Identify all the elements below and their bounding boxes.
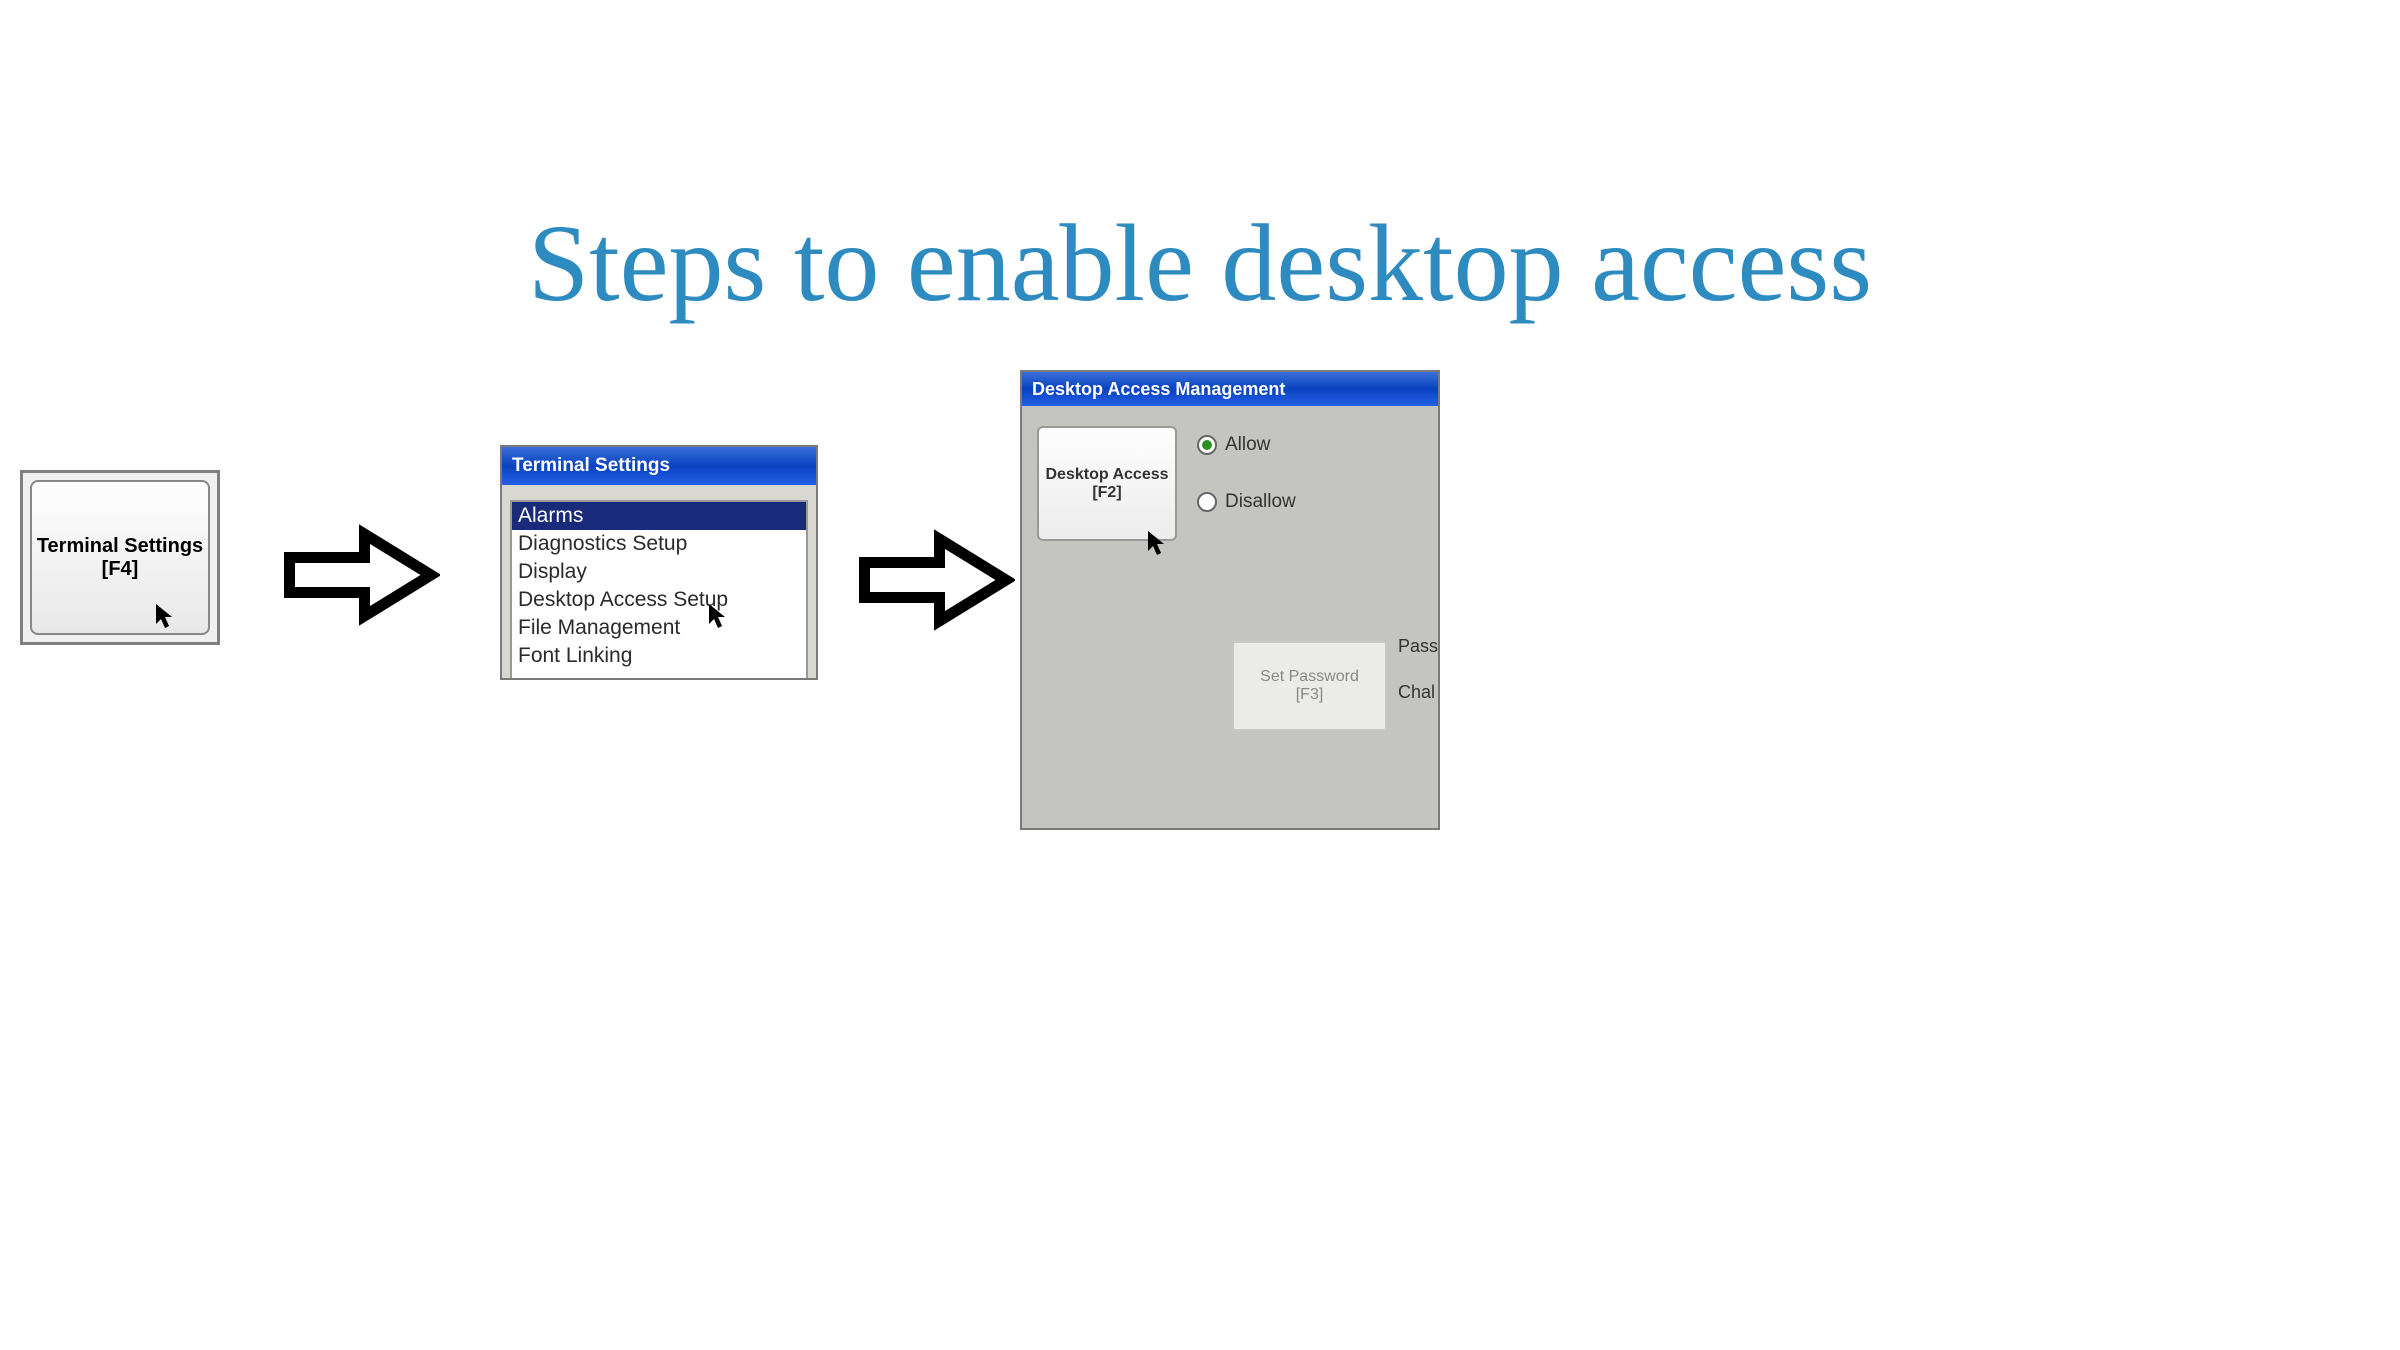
cursor-icon xyxy=(154,602,178,638)
cursor-icon xyxy=(1146,529,1170,564)
radio-icon xyxy=(1197,435,1217,455)
step2-list[interactable]: Alarms Diagnostics Setup Display Desktop… xyxy=(510,500,808,680)
side-label-chal: Chal xyxy=(1398,682,1438,703)
step3-titlebar: Desktop Access Management xyxy=(1022,372,1438,406)
set-password-label: Set Password xyxy=(1260,668,1359,686)
step2-window: Terminal Settings Alarms Diagnostics Set… xyxy=(500,445,818,680)
radio-group: Allow Disallow xyxy=(1197,426,1296,808)
page-title: Steps to enable desktop access xyxy=(528,200,1872,327)
desktop-access-label: Desktop Access xyxy=(1045,466,1168,484)
list-item[interactable]: Alarms xyxy=(512,502,806,530)
list-item[interactable]: File Management xyxy=(512,614,806,642)
radio-icon xyxy=(1197,492,1217,512)
list-item[interactable]: Font Linking xyxy=(512,642,806,670)
set-password-shortcut: [F3] xyxy=(1296,686,1324,704)
step2-title: Terminal Settings xyxy=(512,455,670,477)
terminal-settings-shortcut: [F4] xyxy=(102,558,139,581)
side-labels: Pass Chal xyxy=(1398,636,1438,703)
radio-allow[interactable]: Allow xyxy=(1197,434,1296,456)
step1-container: Terminal Settings [F4] xyxy=(20,470,220,645)
radio-allow-label: Allow xyxy=(1225,434,1270,456)
radio-disallow-label: Disallow xyxy=(1225,491,1296,513)
set-password-button[interactable]: Set Password [F3] xyxy=(1232,641,1387,731)
side-label-pass: Pass xyxy=(1398,636,1438,657)
list-item[interactable]: Display xyxy=(512,558,806,586)
step2-titlebar: Terminal Settings xyxy=(502,447,816,485)
terminal-settings-label: Terminal Settings xyxy=(37,535,203,558)
step3-window: Desktop Access Management Desktop Access… xyxy=(1020,370,1440,830)
radio-disallow[interactable]: Disallow xyxy=(1197,491,1296,513)
desktop-access-shortcut: [F2] xyxy=(1092,484,1121,502)
list-item[interactable]: Desktop Access Setup xyxy=(512,586,806,614)
list-item[interactable]: Diagnostics Setup xyxy=(512,530,806,558)
step3-title: Desktop Access Management xyxy=(1032,379,1285,400)
step3-body: Desktop Access [F2] Allow Disallow Set P… xyxy=(1022,406,1438,828)
desktop-access-button[interactable]: Desktop Access [F2] xyxy=(1037,426,1177,541)
terminal-settings-button[interactable]: Terminal Settings [F4] xyxy=(30,480,210,635)
arrow-icon xyxy=(280,520,440,635)
arrow-icon xyxy=(855,525,1015,640)
